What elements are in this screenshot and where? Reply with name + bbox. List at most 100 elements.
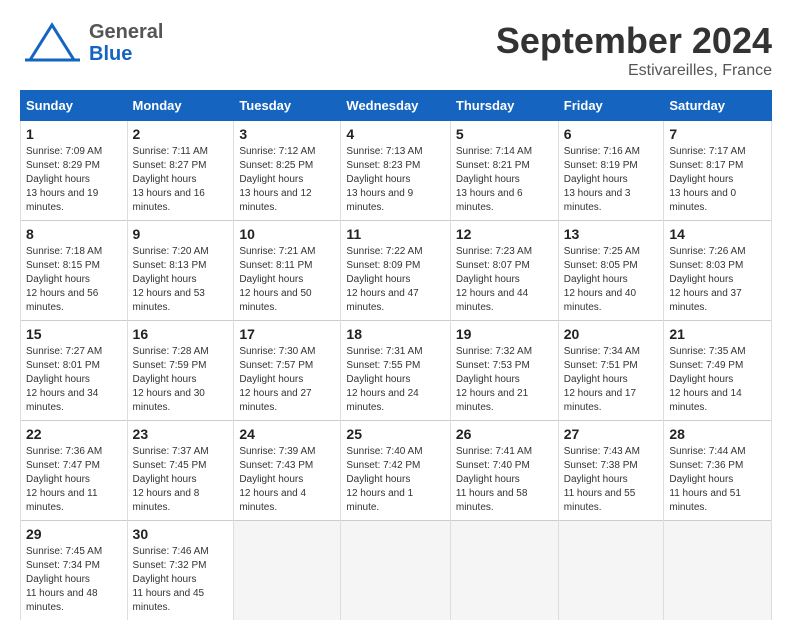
- day-number: 18: [346, 326, 444, 342]
- day-number: 29: [26, 526, 122, 542]
- col-friday: Friday: [558, 91, 664, 121]
- day-number: 19: [456, 326, 553, 342]
- day-info: Sunrise: 7:22 AM Sunset: 8:09 PM Dayligh…: [346, 245, 444, 315]
- calendar-cell: 28 Sunrise: 7:44 AM Sunset: 7:36 PM Dayl…: [664, 421, 772, 521]
- day-number: 1: [26, 126, 122, 142]
- calendar-cell: 5 Sunrise: 7:14 AM Sunset: 8:21 PM Dayli…: [450, 121, 558, 221]
- day-info: Sunrise: 7:11 AM Sunset: 8:27 PM Dayligh…: [133, 145, 229, 215]
- calendar-cell: 19 Sunrise: 7:32 AM Sunset: 7:53 PM Dayl…: [450, 321, 558, 421]
- calendar-cell: 22 Sunrise: 7:36 AM Sunset: 7:47 PM Dayl…: [21, 421, 128, 521]
- day-info: Sunrise: 7:41 AM Sunset: 7:40 PM Dayligh…: [456, 445, 553, 515]
- day-number: 15: [26, 326, 122, 342]
- day-number: 28: [669, 426, 766, 442]
- day-number: 10: [239, 226, 335, 242]
- week-row-3: 15 Sunrise: 7:27 AM Sunset: 8:01 PM Dayl…: [21, 321, 772, 421]
- calendar-cell: 11 Sunrise: 7:22 AM Sunset: 8:09 PM Dayl…: [341, 221, 450, 321]
- day-info: Sunrise: 7:31 AM Sunset: 7:55 PM Dayligh…: [346, 345, 444, 415]
- day-number: 23: [133, 426, 229, 442]
- day-number: 16: [133, 326, 229, 342]
- logo: General Blue: [20, 20, 163, 65]
- calendar-cell: 9 Sunrise: 7:20 AM Sunset: 8:13 PM Dayli…: [127, 221, 234, 321]
- calendar-cell: 30 Sunrise: 7:46 AM Sunset: 7:32 PM Dayl…: [127, 521, 234, 621]
- calendar-cell: 13 Sunrise: 7:25 AM Sunset: 8:05 PM Dayl…: [558, 221, 664, 321]
- day-info: Sunrise: 7:09 AM Sunset: 8:29 PM Dayligh…: [26, 145, 122, 215]
- calendar-cell: 10 Sunrise: 7:21 AM Sunset: 8:11 PM Dayl…: [234, 221, 341, 321]
- col-monday: Monday: [127, 91, 234, 121]
- week-row-5: 29 Sunrise: 7:45 AM Sunset: 7:34 PM Dayl…: [21, 521, 772, 621]
- day-info: Sunrise: 7:14 AM Sunset: 8:21 PM Dayligh…: [456, 145, 553, 215]
- day-info: Sunrise: 7:35 AM Sunset: 7:49 PM Dayligh…: [669, 345, 766, 415]
- header-row: Sunday Monday Tuesday Wednesday Thursday…: [21, 91, 772, 121]
- calendar-cell: 15 Sunrise: 7:27 AM Sunset: 8:01 PM Dayl…: [21, 321, 128, 421]
- col-thursday: Thursday: [450, 91, 558, 121]
- day-info: Sunrise: 7:44 AM Sunset: 7:36 PM Dayligh…: [669, 445, 766, 515]
- day-info: Sunrise: 7:13 AM Sunset: 8:23 PM Dayligh…: [346, 145, 444, 215]
- calendar-cell: 20 Sunrise: 7:34 AM Sunset: 7:51 PM Dayl…: [558, 321, 664, 421]
- day-number: 5: [456, 126, 553, 142]
- col-saturday: Saturday: [664, 91, 772, 121]
- day-number: 20: [564, 326, 659, 342]
- day-info: Sunrise: 7:39 AM Sunset: 7:43 PM Dayligh…: [239, 445, 335, 515]
- day-number: 25: [346, 426, 444, 442]
- day-number: 14: [669, 226, 766, 242]
- logo-text-general: General: [89, 21, 163, 43]
- day-info: Sunrise: 7:34 AM Sunset: 7:51 PM Dayligh…: [564, 345, 659, 415]
- day-number: 26: [456, 426, 553, 442]
- calendar-cell: 16 Sunrise: 7:28 AM Sunset: 7:59 PM Dayl…: [127, 321, 234, 421]
- col-wednesday: Wednesday: [341, 91, 450, 121]
- calendar-cell: 17 Sunrise: 7:30 AM Sunset: 7:57 PM Dayl…: [234, 321, 341, 421]
- day-info: Sunrise: 7:45 AM Sunset: 7:34 PM Dayligh…: [26, 545, 122, 615]
- day-number: 21: [669, 326, 766, 342]
- month-title: September 2024: [496, 20, 772, 62]
- day-number: 9: [133, 226, 229, 242]
- day-number: 30: [133, 526, 229, 542]
- day-number: 4: [346, 126, 444, 142]
- logo-text-blue: Blue: [89, 43, 163, 65]
- day-info: Sunrise: 7:20 AM Sunset: 8:13 PM Dayligh…: [133, 245, 229, 315]
- day-info: Sunrise: 7:36 AM Sunset: 7:47 PM Dayligh…: [26, 445, 122, 515]
- day-info: Sunrise: 7:46 AM Sunset: 7:32 PM Dayligh…: [133, 545, 229, 615]
- day-info: Sunrise: 7:43 AM Sunset: 7:38 PM Dayligh…: [564, 445, 659, 515]
- day-number: 7: [669, 126, 766, 142]
- day-info: Sunrise: 7:21 AM Sunset: 8:11 PM Dayligh…: [239, 245, 335, 315]
- calendar-cell: [234, 521, 341, 621]
- day-info: Sunrise: 7:23 AM Sunset: 8:07 PM Dayligh…: [456, 245, 553, 315]
- calendar-cell: [664, 521, 772, 621]
- calendar-cell: 14 Sunrise: 7:26 AM Sunset: 8:03 PM Dayl…: [664, 221, 772, 321]
- day-info: Sunrise: 7:37 AM Sunset: 7:45 PM Dayligh…: [133, 445, 229, 515]
- calendar-cell: 27 Sunrise: 7:43 AM Sunset: 7:38 PM Dayl…: [558, 421, 664, 521]
- calendar-cell: [341, 521, 450, 621]
- day-number: 2: [133, 126, 229, 142]
- calendar-cell: 2 Sunrise: 7:11 AM Sunset: 8:27 PM Dayli…: [127, 121, 234, 221]
- week-row-4: 22 Sunrise: 7:36 AM Sunset: 7:47 PM Dayl…: [21, 421, 772, 521]
- day-info: Sunrise: 7:17 AM Sunset: 8:17 PM Dayligh…: [669, 145, 766, 215]
- col-tuesday: Tuesday: [234, 91, 341, 121]
- day-info: Sunrise: 7:25 AM Sunset: 8:05 PM Dayligh…: [564, 245, 659, 315]
- calendar-cell: [558, 521, 664, 621]
- day-number: 17: [239, 326, 335, 342]
- calendar-table: Sunday Monday Tuesday Wednesday Thursday…: [20, 90, 772, 620]
- calendar-cell: 29 Sunrise: 7:45 AM Sunset: 7:34 PM Dayl…: [21, 521, 128, 621]
- day-info: Sunrise: 7:40 AM Sunset: 7:42 PM Dayligh…: [346, 445, 444, 515]
- day-info: Sunrise: 7:32 AM Sunset: 7:53 PM Dayligh…: [456, 345, 553, 415]
- calendar-cell: 8 Sunrise: 7:18 AM Sunset: 8:15 PM Dayli…: [21, 221, 128, 321]
- day-info: Sunrise: 7:28 AM Sunset: 7:59 PM Dayligh…: [133, 345, 229, 415]
- calendar-cell: [450, 521, 558, 621]
- day-info: Sunrise: 7:16 AM Sunset: 8:19 PM Dayligh…: [564, 145, 659, 215]
- day-number: 6: [564, 126, 659, 142]
- calendar-cell: 23 Sunrise: 7:37 AM Sunset: 7:45 PM Dayl…: [127, 421, 234, 521]
- calendar-cell: 21 Sunrise: 7:35 AM Sunset: 7:49 PM Dayl…: [664, 321, 772, 421]
- page-header: General Blue September 2024 Estivareille…: [20, 20, 772, 80]
- day-info: Sunrise: 7:12 AM Sunset: 8:25 PM Dayligh…: [239, 145, 335, 215]
- calendar-cell: 6 Sunrise: 7:16 AM Sunset: 8:19 PM Dayli…: [558, 121, 664, 221]
- day-info: Sunrise: 7:27 AM Sunset: 8:01 PM Dayligh…: [26, 345, 122, 415]
- title-block: September 2024 Estivareilles, France: [496, 20, 772, 80]
- day-number: 27: [564, 426, 659, 442]
- day-number: 11: [346, 226, 444, 242]
- location: Estivareilles, France: [496, 62, 772, 80]
- calendar-cell: 7 Sunrise: 7:17 AM Sunset: 8:17 PM Dayli…: [664, 121, 772, 221]
- day-info: Sunrise: 7:26 AM Sunset: 8:03 PM Dayligh…: [669, 245, 766, 315]
- day-number: 13: [564, 226, 659, 242]
- calendar-cell: 4 Sunrise: 7:13 AM Sunset: 8:23 PM Dayli…: [341, 121, 450, 221]
- day-info: Sunrise: 7:30 AM Sunset: 7:57 PM Dayligh…: [239, 345, 335, 415]
